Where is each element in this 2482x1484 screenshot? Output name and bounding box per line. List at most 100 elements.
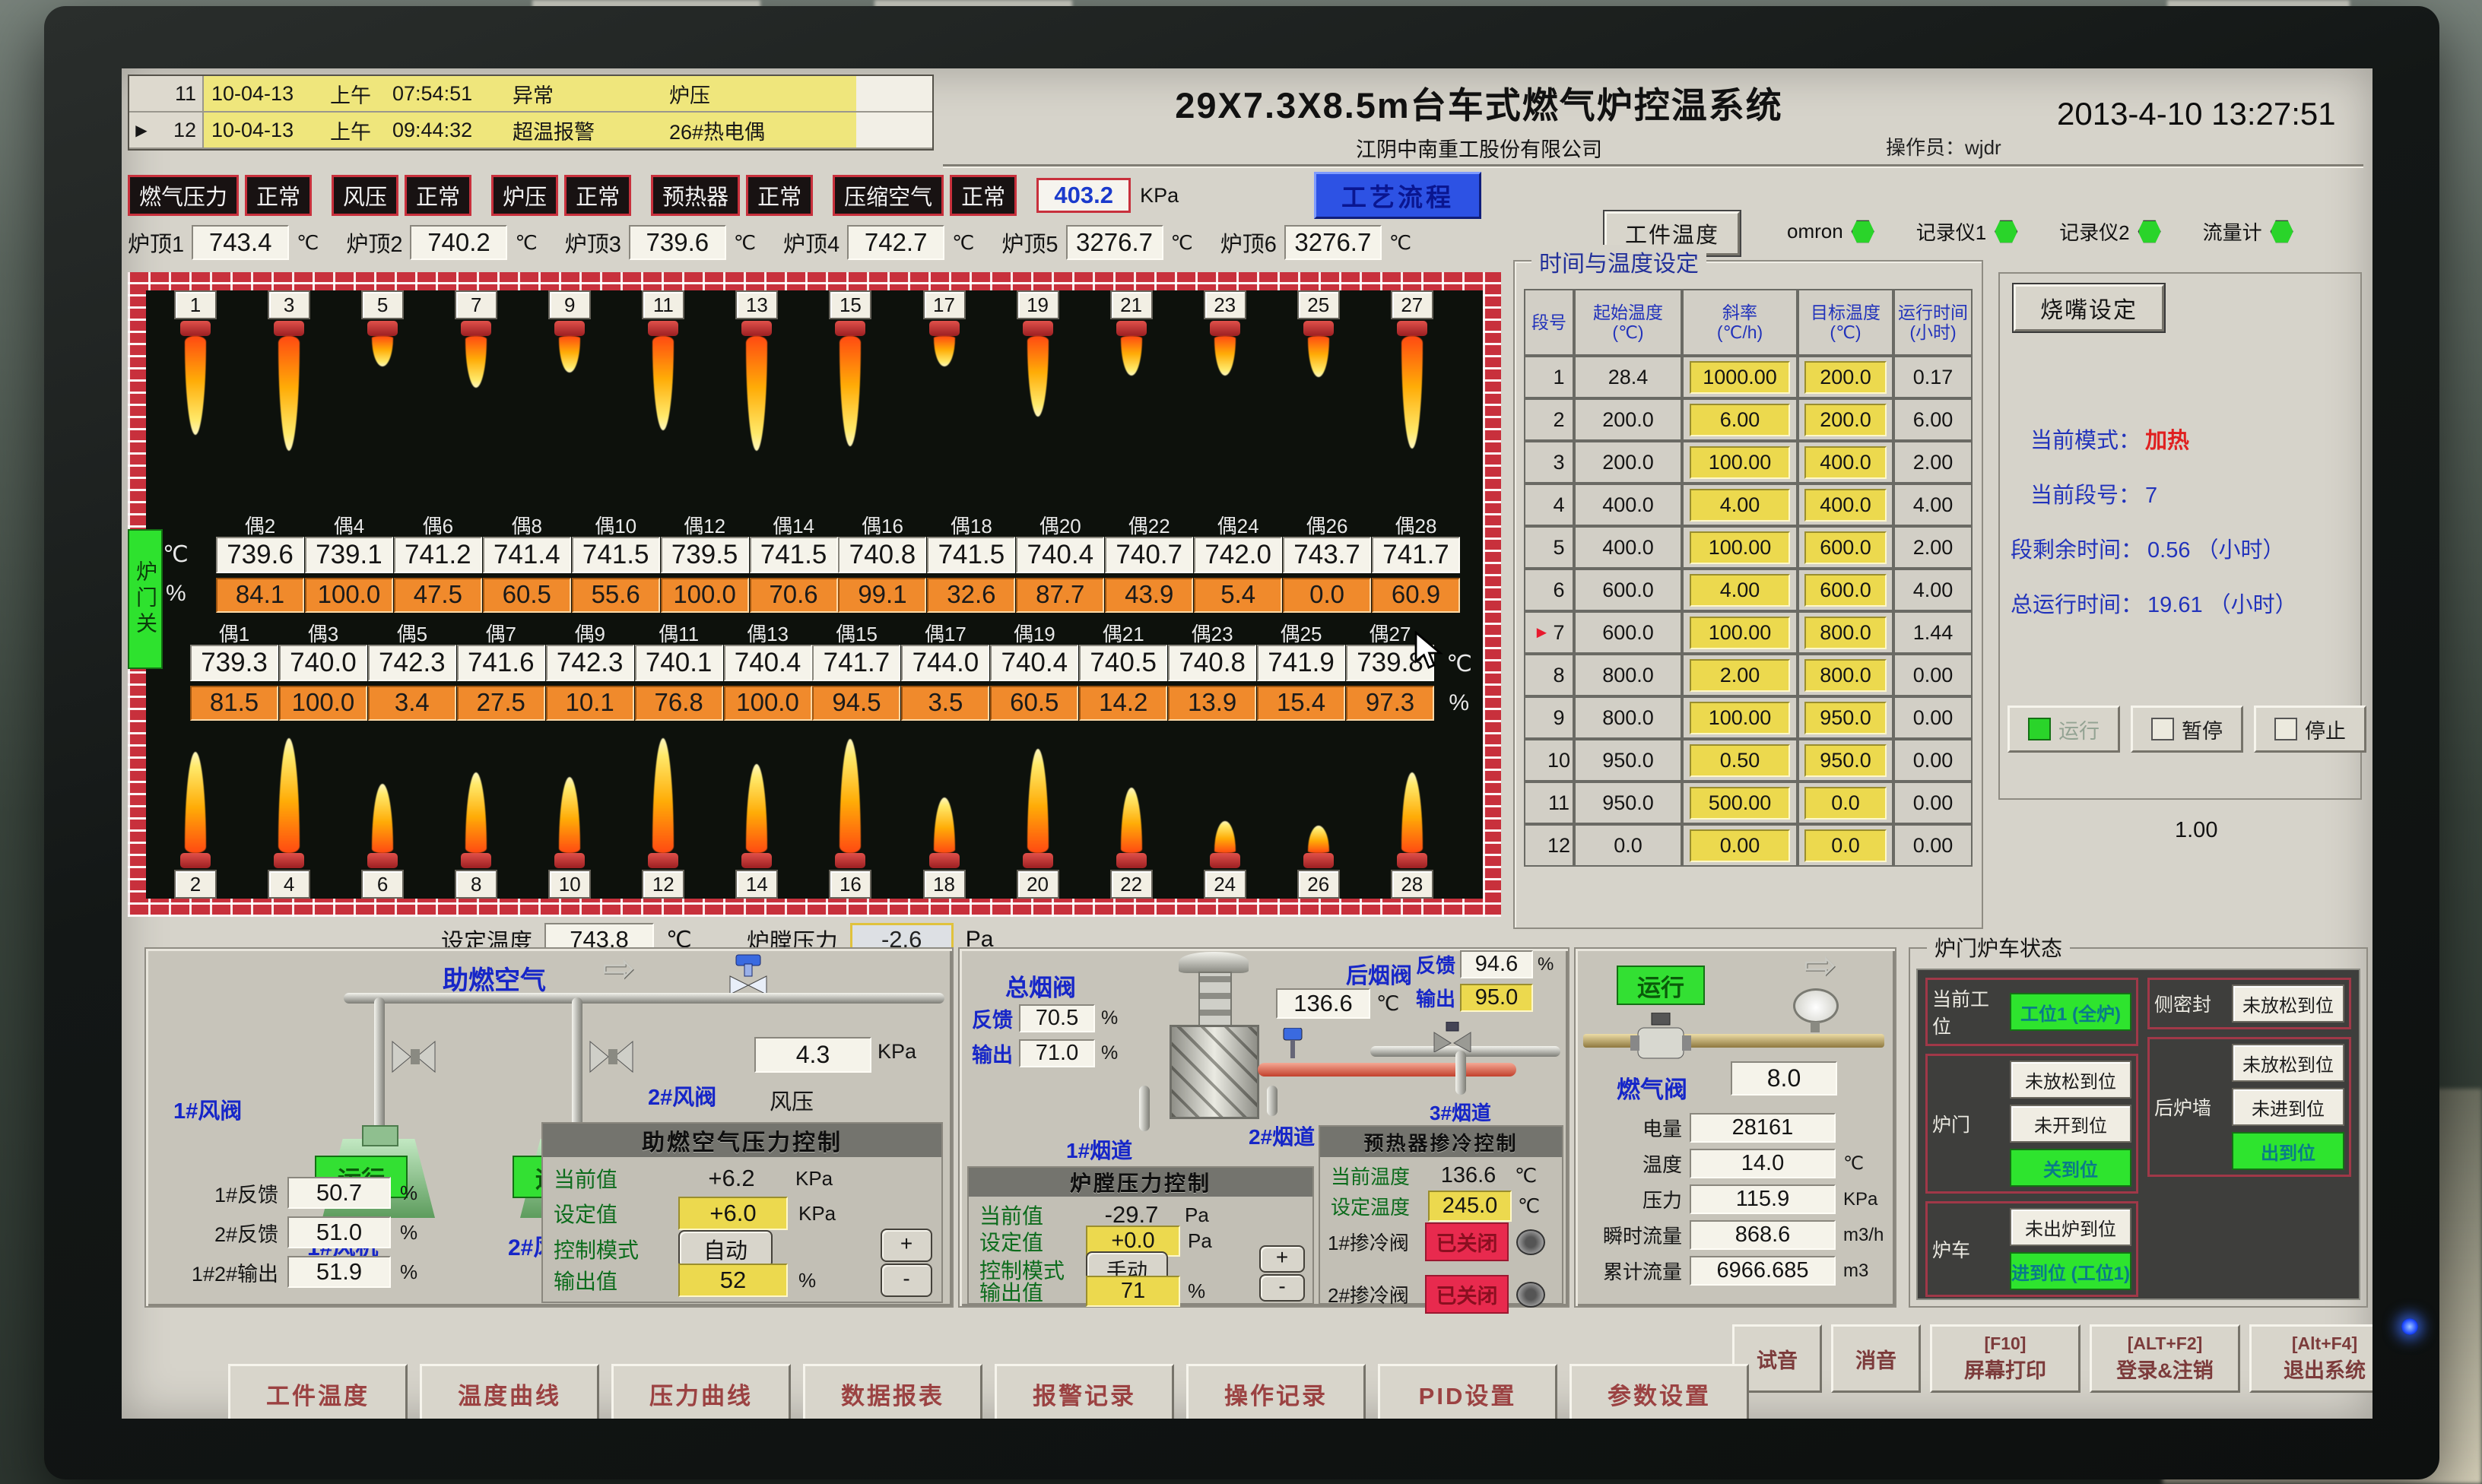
thermocouple-readout: 偶18 741.5 32.6 (927, 511, 1015, 613)
bottom-nav-button[interactable]: 工件温度 (228, 1364, 408, 1419)
rear-output-value[interactable]: 95.0 (1460, 984, 1533, 1012)
slope-input[interactable]: 100.00 (1690, 531, 1789, 564)
target-temp-cell: 950.0 (1798, 739, 1893, 782)
bottom-nav-button[interactable]: 数据报表 (803, 1364, 982, 1419)
target-temp-input[interactable]: 200.0 (1804, 404, 1887, 436)
air-valve-2-icon (589, 1040, 634, 1077)
slope-input[interactable]: 100.00 (1690, 617, 1789, 649)
door-status-group: 炉车 未出炉到位 进到位 (工位1) (1925, 1201, 2138, 1297)
pause-checkbox[interactable]: 暂停 (2131, 706, 2243, 753)
target-temp-input[interactable]: 0.0 (1804, 787, 1887, 820)
set-value-input[interactable]: +6.0 (678, 1197, 788, 1230)
thermocouple-output-pct: 100.0 (661, 578, 749, 613)
total-runtime-label: 总运行时间： (2011, 593, 2143, 617)
door-status-label: 侧密封 (2154, 990, 2227, 1017)
air-valve-2-label: 2#风阀 (648, 1080, 716, 1111)
roof-temp-label: 炉顶1 (128, 227, 184, 258)
status-badge-label: 炉压 (491, 175, 558, 216)
slope-input[interactable]: 6.00 (1690, 404, 1789, 436)
thermocouple-temp: 741.5 (927, 537, 1015, 573)
output-value-input[interactable]: 52 (678, 1264, 788, 1297)
slope-input[interactable]: 2.00 (1690, 659, 1789, 692)
bottom-nav-button[interactable]: 报警记录 (995, 1364, 1174, 1419)
set-value-unit: Pa (1188, 1229, 1212, 1253)
burner-body (1116, 321, 1147, 336)
burner-number: 6 (361, 870, 404, 899)
control-mode-button[interactable]: 自动 (678, 1230, 773, 1268)
target-temp-input[interactable]: 400.0 (1804, 489, 1887, 522)
alarm-row[interactable]: 11 10-04-13 上午 07:54:51 异常 炉压 (129, 76, 932, 113)
stop-checkbox[interactable]: 停止 (2254, 706, 2366, 753)
target-temp-input[interactable]: 800.0 (1804, 659, 1887, 692)
thermocouple-temp: 744.0 (901, 645, 989, 681)
feedback-unit: % (1101, 1007, 1118, 1029)
bottom-nav-button[interactable]: PID设置 (1378, 1364, 1557, 1419)
output-decrease-button[interactable]: - (881, 1264, 932, 1297)
output-increase-button[interactable]: + (881, 1229, 932, 1262)
process-flow-button[interactable]: 工艺流程 (1314, 172, 1481, 219)
burner-flame-icon (746, 764, 767, 853)
current-mode-label: 当前模式： (2030, 429, 2141, 453)
slope-input[interactable]: 500.00 (1690, 787, 1789, 820)
roof-temperatures: 炉顶1 743.4 ℃ 炉顶2 740.2 ℃ 炉顶3 739.6 ℃ (128, 225, 1411, 260)
slope-input[interactable]: 0.00 (1690, 829, 1789, 862)
target-temp-cell: 200.0 (1798, 398, 1893, 441)
screen-print-button[interactable]: [F10]屏幕打印 (1930, 1324, 2080, 1393)
nozzle-setting-button[interactable]: 烧嘴设定 (2014, 284, 2164, 331)
bottom-nav-button[interactable]: 温度曲线 (420, 1364, 599, 1419)
burner-body (1397, 321, 1427, 336)
thermocouple-output-pct: 84.1 (216, 578, 304, 613)
chamber-output-row: 输出值 71 % (979, 1276, 1205, 1307)
segment-remaining-label: 段剩余时间： (2011, 538, 2143, 563)
cooling-valve-row: 2#掺冷阀 已关闭 (1328, 1275, 1545, 1314)
slope-input[interactable]: 100.00 (1690, 446, 1789, 479)
target-temp-input[interactable]: 200.0 (1804, 361, 1887, 394)
burner: 19 (1010, 290, 1066, 497)
target-temp-input[interactable]: 600.0 (1804, 574, 1887, 607)
slope-input[interactable]: 4.00 (1690, 574, 1789, 607)
target-temp-input[interactable]: 400.0 (1804, 446, 1887, 479)
thermocouple-temp: 739.1 (305, 537, 393, 573)
set-temp-input[interactable]: 245.0 (1428, 1191, 1512, 1222)
login-logout-button[interactable]: [ALT+F2]登录&注销 (2090, 1324, 2240, 1393)
target-temp-input[interactable]: 950.0 (1804, 744, 1887, 777)
bottom-nav-button[interactable]: 操作记录 (1186, 1364, 1366, 1419)
output-decrease-button[interactable]: - (1259, 1274, 1305, 1302)
slope-cell: 100.00 (1682, 441, 1798, 484)
burner: 1 (167, 290, 224, 497)
thermocouple-output-pct: 47.5 (394, 578, 482, 613)
output-value-input[interactable]: 71 (1086, 1276, 1180, 1307)
slope-input[interactable]: 1000.00 (1690, 361, 1789, 394)
target-temp-input[interactable]: 600.0 (1804, 531, 1887, 564)
alarm-list[interactable]: 11 10-04-13 上午 07:54:51 异常 炉压 ▶ 12 10-04… (128, 75, 934, 151)
door-status-item: 未放松到位 (2010, 1061, 2131, 1099)
burner: 12 (635, 738, 691, 899)
roof-temp-unit: ℃ (952, 231, 974, 255)
bottom-nav-button[interactable]: 参数设置 (1570, 1364, 1749, 1419)
target-temp-input[interactable]: 950.0 (1804, 702, 1887, 734)
slope-input[interactable]: 100.00 (1690, 702, 1789, 734)
set-value-label: 设定值 (554, 1198, 668, 1229)
slope-input[interactable]: 0.50 (1690, 744, 1789, 777)
output-increase-button[interactable]: + (1259, 1245, 1305, 1273)
furnace-interior: 1 3 5 (146, 290, 1483, 899)
device-indicator: 流量计 (2203, 217, 2294, 246)
datetime: 2013-4-10 13:27:51 (2057, 96, 2336, 132)
main-flue-output-row: 输出 71.0 % (972, 1038, 1118, 1068)
roof-temp-unit: ℃ (734, 231, 756, 255)
start-temp-cell: 800.0 (1574, 696, 1682, 739)
slope-cell: 0.50 (1682, 739, 1798, 782)
slope-input[interactable]: 4.00 (1690, 489, 1789, 522)
gas-readout-row: 瞬时流量 868.6 m3/h (1585, 1220, 1884, 1250)
bottom-nav-button[interactable]: 压力曲线 (611, 1364, 791, 1419)
mute-button[interactable]: 消音 (1831, 1324, 1921, 1393)
burner: 17 (916, 290, 973, 497)
gas-readout-value: 115.9 (1690, 1184, 1836, 1214)
exit-system-button[interactable]: [Alt+F4]退出系统 (2249, 1324, 2372, 1393)
target-temp-input[interactable]: 0.0 (1804, 829, 1887, 862)
run-checkbox[interactable]: 运行 (2008, 706, 2120, 753)
alarm-row[interactable]: ▶ 12 10-04-13 上午 09:44:32 超温报警 26#热电偶 (129, 113, 932, 149)
thermocouple-readout: 偶8 741.4 60.5 (483, 511, 571, 613)
door-status-item: 工位1 (全炉) (2010, 993, 2131, 1031)
target-temp-input[interactable]: 800.0 (1804, 617, 1887, 649)
